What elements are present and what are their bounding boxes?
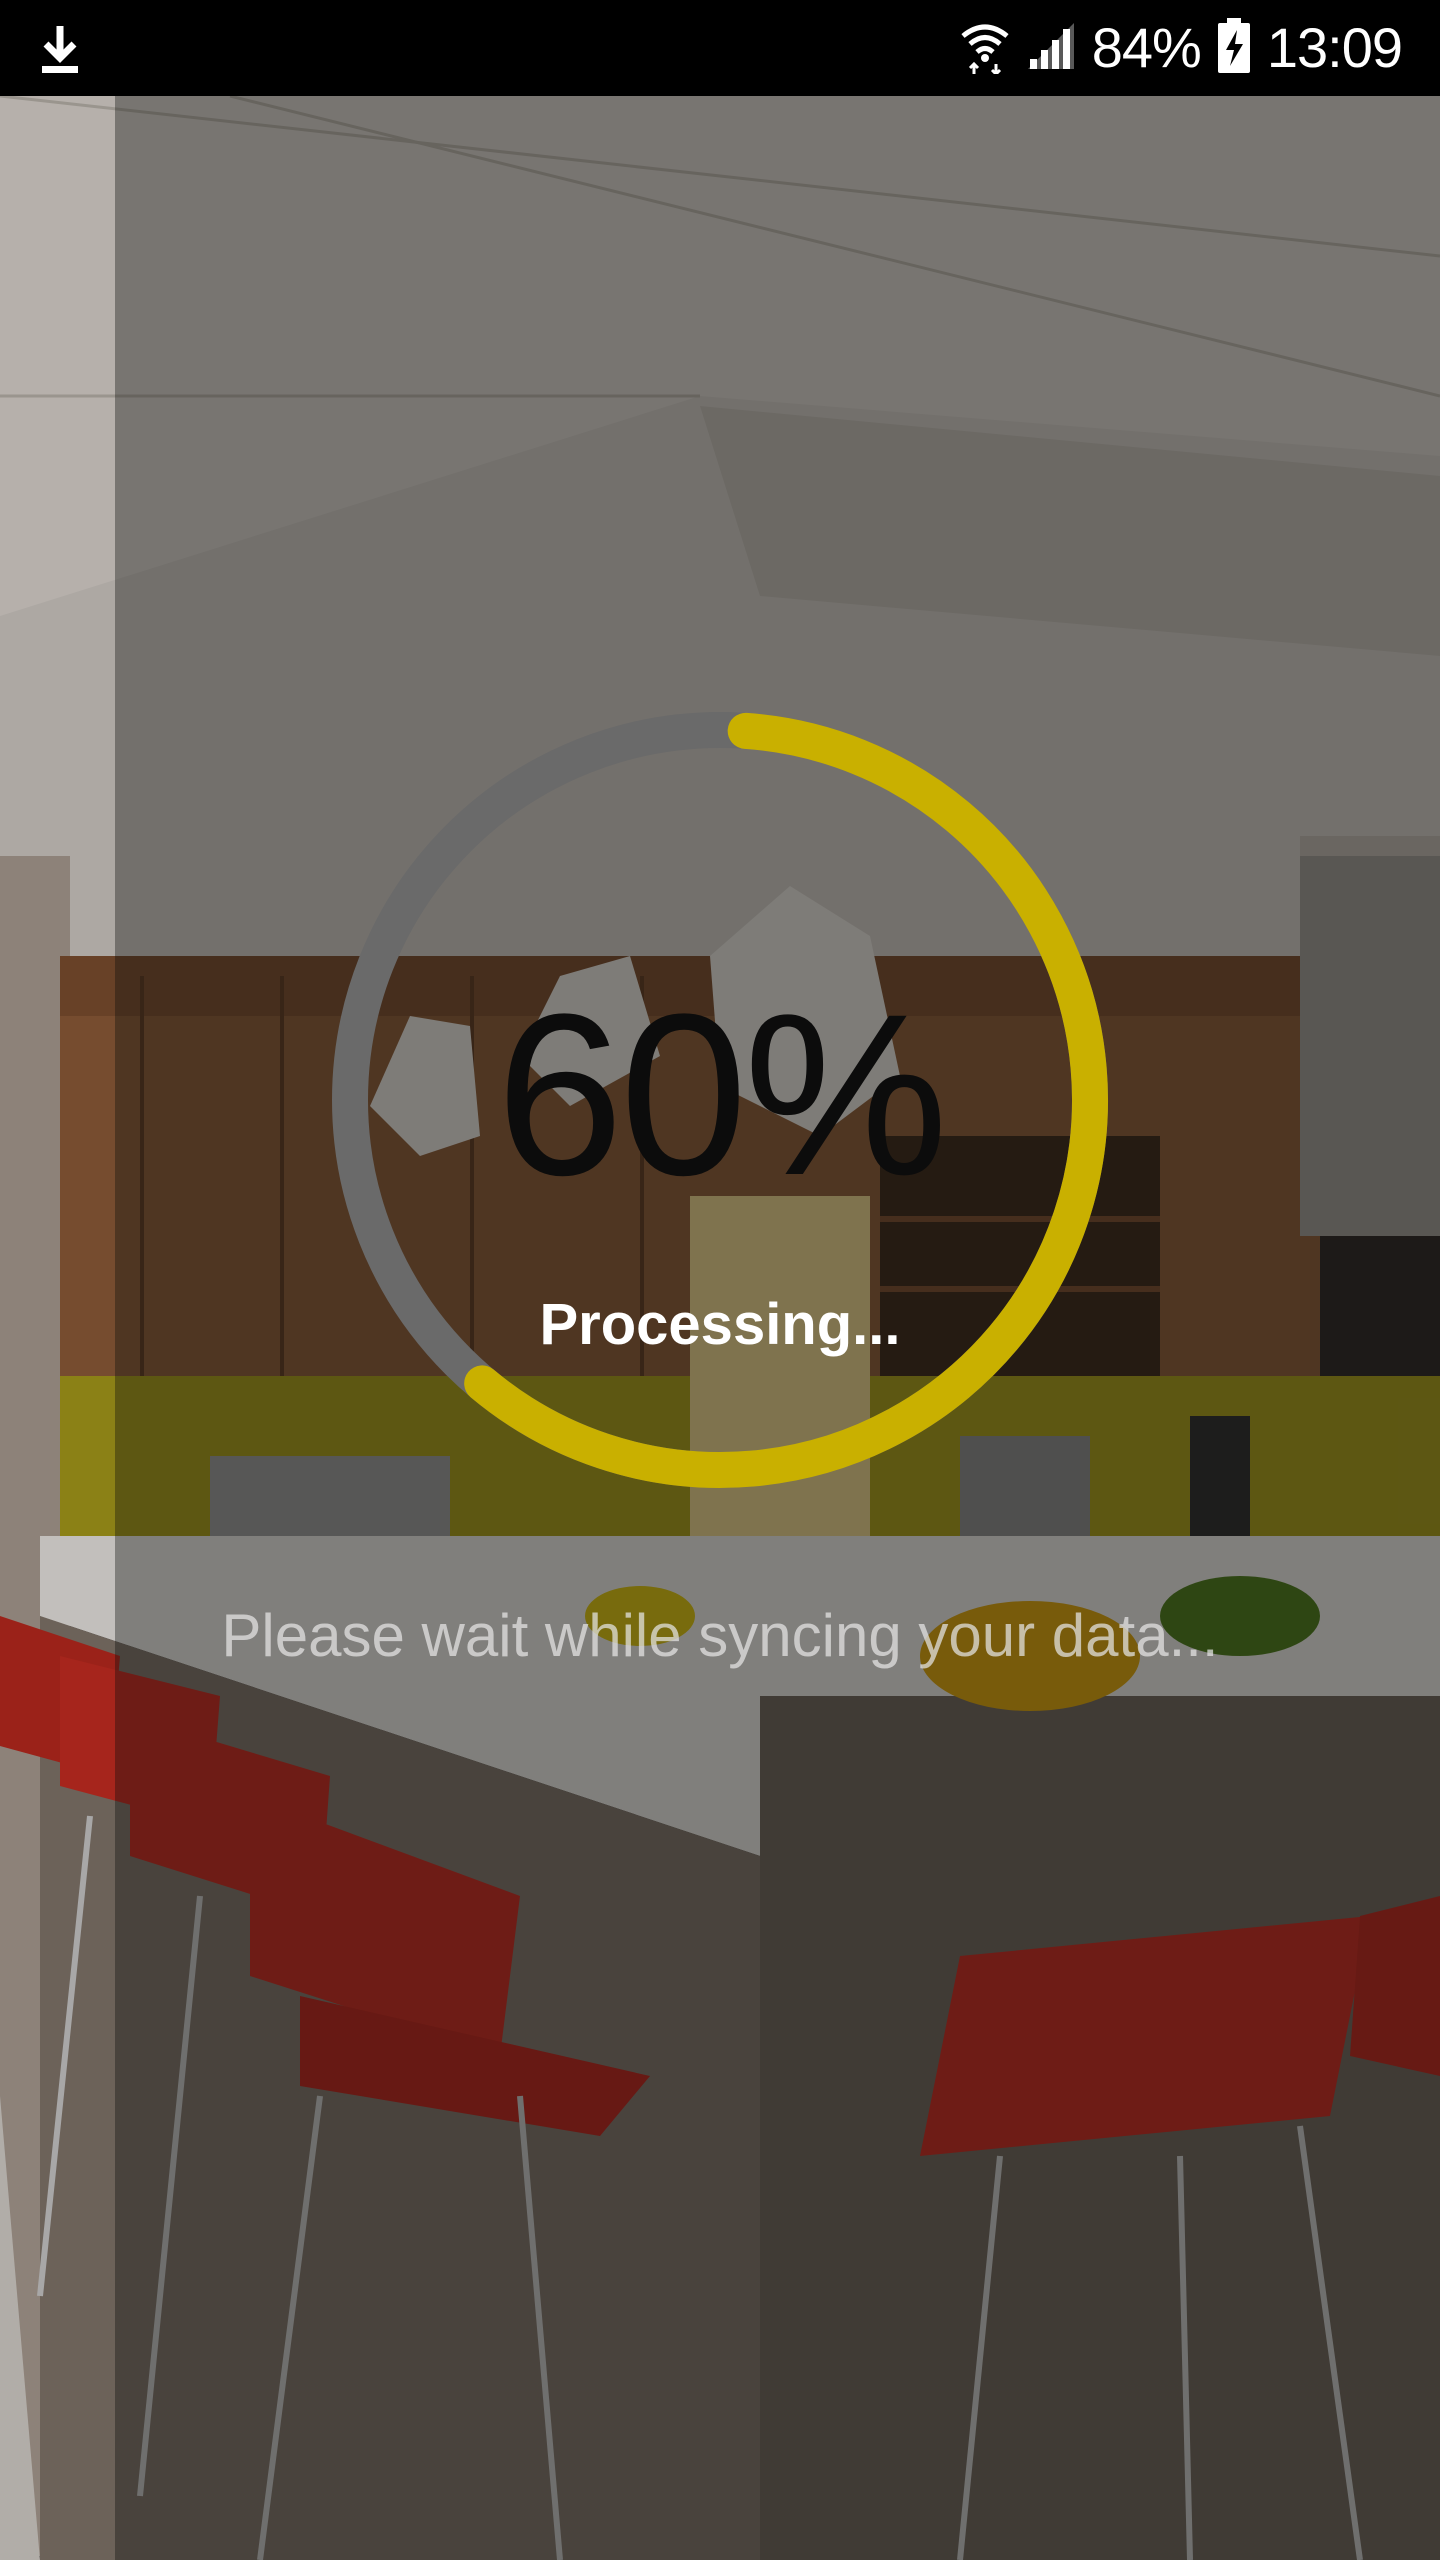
overlay-edge bbox=[0, 96, 115, 2560]
download-icon bbox=[38, 24, 82, 76]
screen: 84% 13:09 60% Processing... Please wait … bbox=[0, 0, 1440, 2560]
status-bar: 84% 13:09 bbox=[0, 0, 1440, 96]
progress-label: Processing... bbox=[539, 1292, 901, 1357]
clock: 13:09 bbox=[1266, 16, 1403, 79]
signal-icon bbox=[1026, 21, 1076, 76]
circular-progress: 60% Processing... bbox=[320, 700, 1120, 1500]
progress-percent: 60% bbox=[495, 966, 948, 1223]
status-indicators: 84% 13:09 bbox=[960, 0, 1403, 96]
wifi-icon bbox=[960, 18, 1010, 79]
battery-charging-icon bbox=[1217, 17, 1251, 79]
battery-percent: 84% bbox=[1091, 16, 1202, 79]
sync-message: Please wait while syncing your data... bbox=[221, 1602, 1219, 1669]
